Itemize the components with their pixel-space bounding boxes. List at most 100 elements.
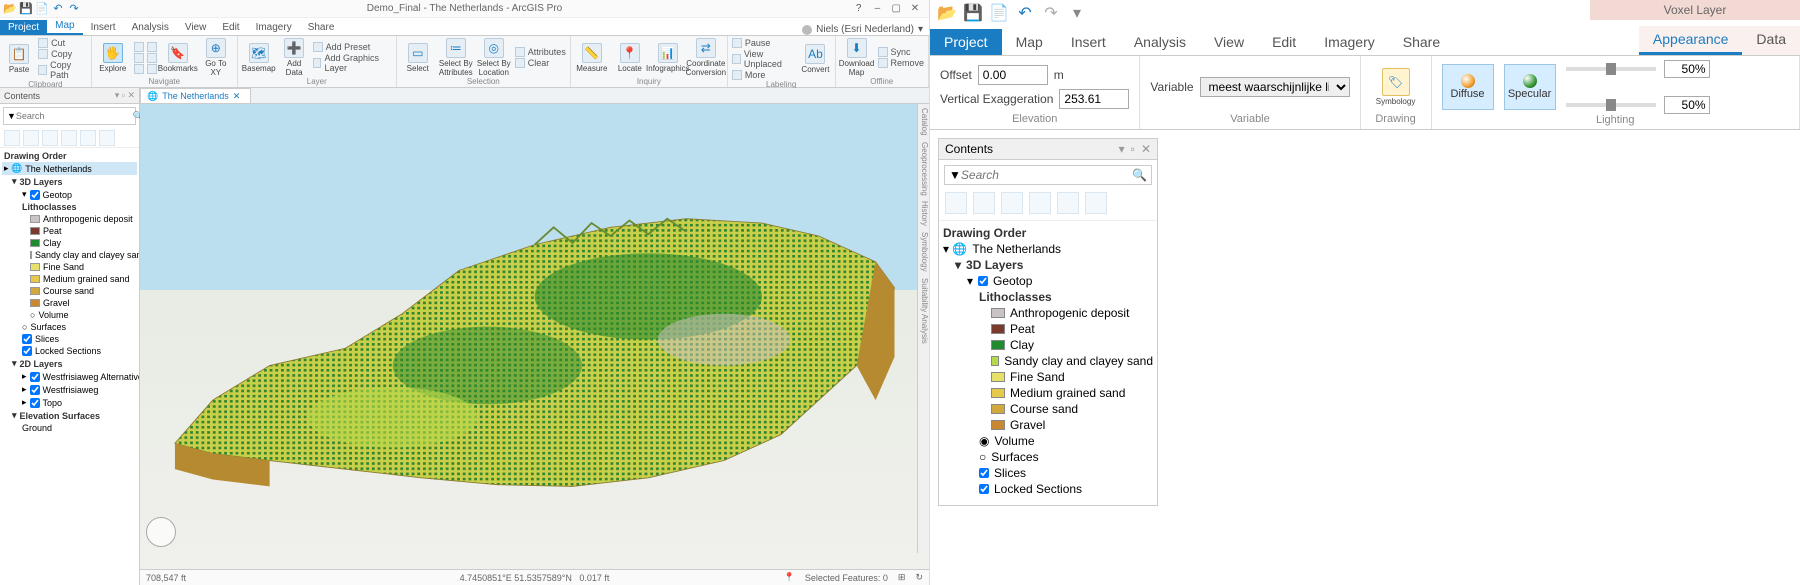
vertical-exaggeration-input[interactable] [1059,89,1129,109]
layer-wf-alt[interactable]: ▸ Westfrisiaweg Alternative [2,370,137,383]
litho-item[interactable]: Gravel [943,417,1153,433]
litho-item[interactable]: Fine Sand [2,261,137,273]
window-close[interactable]: ✕ [907,3,923,14]
copy-button[interactable]: Copy [38,49,87,59]
specular-button[interactable]: Specular [1504,64,1556,110]
list-by-drawing-order-button[interactable] [945,192,967,214]
catalog-pane-button[interactable]: ⊞ [898,572,906,583]
pin-icon[interactable]: ▫ [1131,142,1135,156]
attributes-button[interactable]: Attributes [515,47,566,57]
add-preset-button[interactable]: Add Preset [313,42,392,52]
tab-view[interactable]: View [1200,29,1258,55]
group-3d-layers[interactable]: ▾ 3D Layers [2,175,137,188]
remove-offline-button[interactable]: Remove [878,58,925,68]
qat-undo-icon[interactable]: ↶ [52,3,64,15]
tab-imagery[interactable]: Imagery [1310,29,1389,55]
clear-selection-button[interactable]: Clear [515,58,566,68]
tab-appearance[interactable]: Appearance [1639,26,1743,55]
diffuse-slider[interactable] [1566,67,1656,71]
slices-node[interactable]: Slices [2,333,137,345]
add-data-button[interactable]: ➕Add Data [280,38,309,77]
litho-item[interactable]: Anthropogenic deposit [943,305,1153,321]
tab-view[interactable]: View [177,20,215,35]
litho-item[interactable]: Fine Sand [943,369,1153,385]
measure-button[interactable]: 📏Measure [575,38,609,77]
window-minimize[interactable]: – [869,3,885,14]
litho-item[interactable]: Peat [943,321,1153,337]
list-by-editing-button[interactable] [61,130,77,146]
select-by-location-button[interactable]: ◎Select By Location [477,38,511,77]
nav-zoom[interactable] [134,53,157,63]
variable-select[interactable]: meest waarschijnlijke litl [1200,77,1350,97]
surfaces-node[interactable]: ○ Surfaces [943,449,1153,465]
select-button[interactable]: ▭Select [401,38,435,77]
signin-status[interactable]: Niels (Esri Nederland)▾ [802,24,929,35]
cut-button[interactable]: Cut [38,38,87,48]
convert-labels-button[interactable]: AbConvert [800,38,830,80]
group-3d-layers[interactable]: ▾ 3D Layers [943,257,1153,273]
tab-insert[interactable]: Insert [1057,29,1120,55]
map-node[interactable]: ▸ 🌐 The Netherlands [2,162,137,175]
map-node[interactable]: ▾ 🌐 The Netherlands [943,241,1153,257]
tab-share[interactable]: Share [300,20,343,35]
diffuse-percent[interactable] [1664,60,1710,78]
litho-item[interactable]: Sandy clay and clayey sand [943,353,1153,369]
nav-extent[interactable] [134,64,157,74]
qat-customize-icon[interactable]: ▾ [1068,4,1086,22]
qat-open-icon[interactable]: 📂 [4,3,16,15]
close-icon[interactable]: ✕ [1141,142,1151,156]
refresh-button[interactable]: ↻ [915,572,923,583]
download-map-button[interactable]: ⬇Download Map [840,38,874,77]
qat-new-icon[interactable]: 📄 [36,3,48,15]
litho-item[interactable]: Anthropogenic deposit [2,213,137,225]
elevation-surfaces-header[interactable]: ▾ Elevation Surfaces [2,409,137,422]
qat-redo-icon[interactable]: ↷ [1042,4,1060,22]
litho-item[interactable]: Clay [943,337,1153,353]
tab-project[interactable]: Project [0,20,47,35]
locate-button[interactable]: 📍Locate [613,38,647,77]
map-tab[interactable]: 🌐 The Netherlands ✕ [140,88,251,103]
filter-icon[interactable]: ▼ [7,111,16,121]
add-graphics-layer-button[interactable]: Add Graphics Layer [313,53,392,73]
symbology-button[interactable]: 🏷 Symbology [1371,68,1421,106]
litho-item[interactable]: Course sand [943,401,1153,417]
tab-suitability[interactable]: Suitability Analysis [918,278,929,344]
tab-geoprocessing[interactable]: Geoprocessing [918,142,929,196]
contents-search-input[interactable] [16,111,133,121]
go-to-xy-button[interactable]: ⊕Go To XY [199,38,233,77]
locked-sections-node[interactable]: Locked Sections [2,345,137,357]
slices-node[interactable]: Slices [943,465,1153,481]
pause-labeling-button[interactable]: Pause [732,38,797,48]
list-by-snapping-button[interactable] [80,130,96,146]
more-labeling-button[interactable]: More [732,70,797,80]
contents-search-input[interactable] [961,168,1132,182]
tab-data[interactable]: Data [1742,26,1800,55]
tab-map[interactable]: Map [47,18,82,35]
litho-item[interactable]: Peat [2,225,137,237]
qat-new-icon[interactable]: 📄 [990,4,1008,22]
navigation-compass[interactable] [146,517,176,547]
qat-save-icon[interactable]: 💾 [964,4,982,22]
litho-item[interactable]: Clay [2,237,137,249]
filter-icon[interactable]: ▼ [949,168,961,182]
sync-button[interactable]: Sync [878,47,925,57]
qat-save-icon[interactable]: 💾 [20,3,32,15]
basemap-button[interactable]: 🗺Basemap [242,38,276,77]
layer-wf[interactable]: ▸ Westfrisiaweg [2,383,137,396]
layer-topo[interactable]: ▸ Topo [2,396,137,409]
layer-geotop[interactable]: ▾ Geotop [2,188,137,201]
window-maximize[interactable]: ▢ [888,3,904,14]
tab-analysis[interactable]: Analysis [1120,29,1200,55]
qat-open-icon[interactable]: 📂 [938,4,956,22]
litho-item[interactable]: Sandy clay and clayey sand [2,249,137,261]
layer-geotop[interactable]: ▾ Geotop [943,273,1153,289]
offset-input[interactable] [978,65,1048,85]
tab-edit[interactable]: Edit [1258,29,1310,55]
autohide-icon[interactable]: ▾ [1119,142,1125,156]
litho-item[interactable]: Gravel [2,297,137,309]
view-unplaced-button[interactable]: View Unplaced [732,49,797,69]
litho-item[interactable]: Medium grained sand [2,273,137,285]
list-by-snapping-button[interactable] [1057,192,1079,214]
tab-map[interactable]: Map [1002,29,1057,55]
tab-analysis[interactable]: Analysis [124,20,177,35]
